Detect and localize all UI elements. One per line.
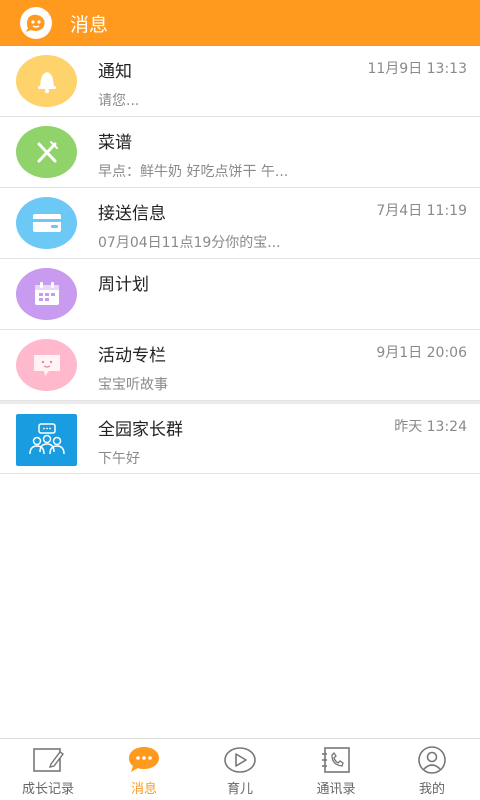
tab-growth-record[interactable]: 成长记录 [0, 739, 96, 800]
conversation-title: 通知 [98, 62, 132, 82]
tab-contacts[interactable]: 通讯录 [288, 739, 384, 800]
conversation-preview: 07月04日11点19分你的宝... [98, 235, 281, 251]
fork-knife-icon [16, 126, 77, 178]
play-icon [223, 745, 257, 775]
tab-label: 成长记录 [21, 782, 74, 797]
message-icon [127, 745, 161, 775]
chat-bubble-icon [16, 339, 77, 391]
conversation-time: 9月1日 20:06 [376, 345, 467, 361]
tab-label: 消息 [130, 782, 157, 797]
group-icon [16, 414, 77, 466]
conversation-item-pickup[interactable]: 接送信息 7月4日 11:19 07月04日11点19分你的宝... [0, 188, 480, 259]
conversation-preview: 宝宝听故事 [98, 377, 168, 393]
bottom-tab-bar: 成长记录 消息 育儿 通讯录 我的 [0, 738, 480, 800]
conversation-item-menu[interactable]: 菜谱 早点：鲜牛奶 好吃点饼干 午... [0, 117, 480, 188]
conversation-title: 全园家长群 [98, 420, 183, 440]
card-icon [16, 197, 77, 249]
tab-me[interactable]: 我的 [384, 739, 480, 800]
conversation-preview: 早点：鲜牛奶 好吃点饼干 午... [98, 164, 289, 180]
top-bar: 消息 [0, 0, 480, 46]
conversation-item-activities[interactable]: 活动专栏 9月1日 20:06 宝宝听故事 [0, 330, 480, 401]
conversation-item-parent-group[interactable]: 全园家长群 昨天 13:24 下午好 [0, 401, 480, 474]
tab-messages[interactable]: 消息 [96, 739, 192, 800]
conversation-title: 菜谱 [98, 133, 132, 153]
conversation-preview: 请您... [98, 93, 140, 109]
conversation-item-notice[interactable]: 通知 11月9日 13:13 请您... [0, 46, 480, 117]
conversation-time: 昨天 13:24 [394, 419, 467, 435]
person-icon [415, 745, 449, 775]
tab-label: 通讯录 [316, 782, 356, 797]
tab-label: 育儿 [226, 782, 253, 797]
conversation-title: 活动专栏 [98, 346, 166, 366]
conversation-title: 接送信息 [98, 204, 166, 224]
edit-icon [31, 745, 65, 775]
tab-label: 我的 [418, 782, 445, 797]
conversation-item-weekly-plan[interactable]: 周计划 [0, 259, 480, 330]
page-title: 消息 [70, 13, 109, 36]
bell-icon [16, 55, 77, 107]
calendar-icon [16, 268, 77, 320]
conversation-title: 周计划 [98, 275, 149, 295]
tab-parenting[interactable]: 育儿 [192, 739, 288, 800]
conversation-list: 通知 11月9日 13:13 请您... 菜谱 早点：鲜牛奶 好吃点饼干 午..… [0, 46, 480, 474]
app-logo-icon [20, 7, 52, 39]
conversation-time: 7月4日 11:19 [376, 203, 467, 219]
phone-book-icon [319, 745, 353, 775]
conversation-preview: 下午好 [98, 451, 140, 467]
conversation-time: 11月9日 13:13 [367, 61, 467, 77]
